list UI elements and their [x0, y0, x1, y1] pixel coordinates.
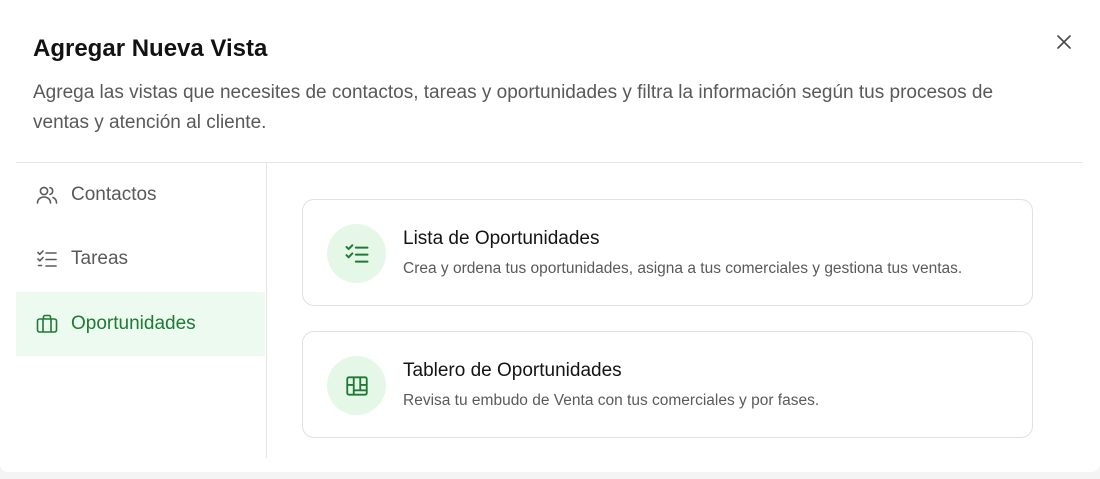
view-option-title: Tablero de Oportunidades — [403, 360, 622, 381]
checklist-icon — [34, 246, 60, 272]
sidebar-item-label: Contactos — [71, 184, 157, 205]
view-category-sidebar: Contactos Tareas Oportunidades — [16, 163, 267, 458]
briefcase-icon — [34, 311, 60, 337]
users-icon — [34, 182, 60, 208]
board-icon — [327, 356, 386, 415]
view-option-description: Crea y ordena tus oportunidades, asigna … — [403, 260, 963, 277]
sidebar-item-label: Tareas — [71, 248, 129, 269]
sidebar-item-label: Oportunidades — [71, 313, 196, 334]
view-option-lista-oportunidades[interactable]: Lista de Oportunidades Crea y ordena tus… — [302, 199, 1033, 306]
view-option-title: Lista de Oportunidades — [403, 228, 600, 249]
dialog-subtitle: Agrega las vistas que necesites de conta… — [33, 82, 994, 133]
sidebar-item-oportunidades[interactable]: Oportunidades — [16, 292, 265, 356]
sidebar-item-contactos[interactable]: Contactos — [16, 163, 265, 227]
view-option-description: Revisa tu embudo de Venta con tus comerc… — [403, 392, 820, 409]
dialog-header: Agregar Nueva Vista Agrega las vistas qu… — [33, 33, 1043, 138]
close-button[interactable] — [1051, 29, 1077, 55]
dialog-title: Agregar Nueva Vista — [33, 35, 268, 62]
close-icon — [1057, 35, 1071, 49]
add-view-dialog: Agregar Nueva Vista Agrega las vistas qu… — [0, 0, 1100, 472]
sidebar-item-tareas[interactable]: Tareas — [16, 227, 265, 291]
checklist-icon — [327, 224, 386, 283]
view-option-tablero-oportunidades[interactable]: Tablero de Oportunidades Revisa tu embud… — [302, 331, 1033, 438]
